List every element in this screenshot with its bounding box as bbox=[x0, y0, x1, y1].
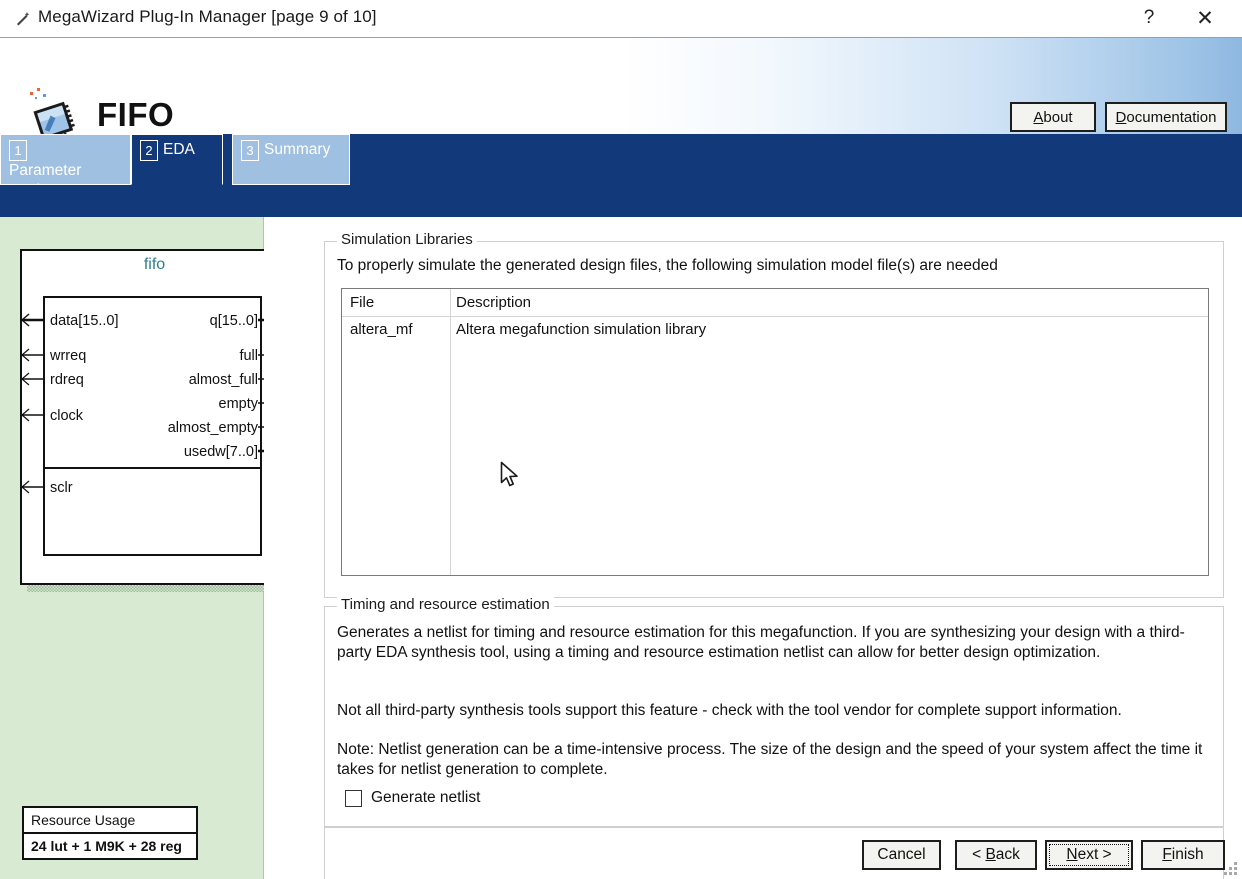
resource-usage-value: 24 lut + 1 M9K + 28 reg bbox=[31, 838, 182, 854]
port-out-almost-full: almost_full bbox=[188, 372, 258, 388]
cell-description: Altera megafunction simulation library bbox=[456, 321, 707, 338]
arrow-in-rdreq bbox=[20, 372, 46, 386]
back-prefix: < bbox=[972, 846, 986, 863]
port-in-wrreq: wrreq bbox=[50, 348, 87, 364]
documentation-label: ocumentation bbox=[1126, 108, 1217, 126]
mouse-cursor bbox=[500, 461, 522, 491]
arrow-in-clock bbox=[20, 408, 46, 422]
generate-netlist-label: Generate netlist bbox=[371, 789, 481, 806]
table-header-row: File Description bbox=[342, 289, 1208, 317]
finish-label: inish bbox=[1171, 846, 1204, 863]
timing-paragraph-3: Note: Netlist generation can be a time-i… bbox=[337, 741, 1203, 778]
timing-estimation-title: Timing and resource estimation bbox=[337, 596, 554, 613]
wizard-page-content: Simulation Libraries To properly simulat… bbox=[264, 217, 1242, 879]
port-in-rdreq: rdreq bbox=[50, 372, 84, 388]
about-label: bout bbox=[1043, 108, 1073, 126]
about-button[interactable]: About bbox=[1010, 102, 1096, 132]
resource-usage-title: Resource Usage bbox=[24, 808, 196, 834]
symbol-title: fifo bbox=[143, 256, 166, 273]
finish-button[interactable]: Finish bbox=[1141, 840, 1225, 870]
port-out-empty: empty bbox=[218, 396, 259, 412]
column-header-description: Description bbox=[456, 294, 532, 311]
megawizard-window: MegaWizard Plug-In Manager [page 9 of 10… bbox=[0, 0, 1242, 879]
fifo-symbol-divider bbox=[43, 467, 262, 469]
timing-estimation-group: Timing and resource estimation Generates… bbox=[324, 596, 1224, 879]
tab-parameter-settings[interactable]: 1Parameter Settings bbox=[0, 134, 131, 199]
wand-icon bbox=[14, 10, 32, 28]
brand-title: FIFO bbox=[97, 96, 175, 133]
tab-2-label: EDA bbox=[163, 141, 195, 158]
port-out-full: full bbox=[239, 348, 258, 364]
column-header-file: File bbox=[350, 294, 375, 311]
finish-accel: F bbox=[1162, 846, 1172, 863]
help-button[interactable]: ? bbox=[1126, 0, 1172, 36]
table-row[interactable]: altera_mf Altera megafunction simulation… bbox=[342, 317, 1208, 345]
next-button[interactable]: Next > bbox=[1045, 840, 1133, 870]
port-in-sclr: sclr bbox=[50, 480, 73, 496]
port-out-usedw: usedw[7..0] bbox=[183, 444, 258, 460]
cell-file: altera_mf bbox=[350, 321, 413, 338]
tab-2-number: 2 bbox=[140, 140, 158, 161]
title-bar: MegaWizard Plug-In Manager [page 9 of 10… bbox=[0, 0, 1242, 38]
tab-3-number: 3 bbox=[241, 140, 259, 161]
simulation-libraries-table[interactable]: File Description altera_mf Altera megafu… bbox=[341, 288, 1209, 576]
banner: FIFO About Documentation bbox=[0, 38, 1242, 144]
generate-netlist-checkbox-row[interactable]: Generate netlist bbox=[345, 789, 480, 807]
simulation-libraries-subtitle: To properly simulate the generated desig… bbox=[337, 257, 998, 274]
arrow-in-data bbox=[20, 313, 46, 327]
timing-paragraph-2: Not all third-party synthesis tools supp… bbox=[337, 702, 1122, 719]
footer-divider bbox=[324, 826, 1224, 828]
arrow-in-wrreq bbox=[20, 348, 46, 362]
next-focus-ring bbox=[1049, 844, 1129, 866]
tab-eda[interactable]: 2 EDA bbox=[131, 134, 223, 185]
port-in-data: data[15..0] bbox=[50, 313, 119, 329]
close-button[interactable]: ✕ bbox=[1182, 0, 1228, 36]
port-out-q: q[15..0] bbox=[209, 313, 258, 329]
cancel-button[interactable]: Cancel bbox=[862, 840, 941, 870]
tab-1-label: Parameter Settings bbox=[9, 162, 82, 199]
back-accel: B bbox=[985, 846, 996, 863]
window-title: MegaWizard Plug-In Manager [page 9 of 10… bbox=[38, 7, 377, 26]
timing-paragraph-1: Generates a netlist for timing and resou… bbox=[337, 624, 1185, 661]
wizard-tab-strip: 1Parameter Settings 2 EDA 3 Summary bbox=[0, 134, 1242, 217]
back-button[interactable]: < Back bbox=[955, 840, 1037, 870]
documentation-button[interactable]: Documentation bbox=[1105, 102, 1227, 132]
documentation-accel: D bbox=[1115, 108, 1127, 126]
back-label: ack bbox=[995, 846, 1020, 863]
resource-usage-box: Resource Usage 24 lut + 1 M9K + 28 reg bbox=[22, 806, 198, 860]
tab-summary[interactable]: 3 Summary bbox=[232, 134, 350, 185]
port-in-clock: clock bbox=[50, 408, 84, 424]
generate-netlist-checkbox[interactable] bbox=[345, 789, 362, 807]
about-accel: A bbox=[1033, 108, 1044, 126]
tab-3-label: Summary bbox=[264, 141, 331, 158]
port-out-almost-empty: almost_empty bbox=[167, 420, 258, 436]
tab-1-number: 1 bbox=[9, 140, 27, 161]
simulation-libraries-group: Simulation Libraries To properly simulat… bbox=[324, 231, 1224, 598]
simulation-libraries-title: Simulation Libraries bbox=[337, 231, 477, 248]
arrow-in-sclr bbox=[20, 480, 46, 494]
resize-grip[interactable] bbox=[1224, 862, 1238, 876]
